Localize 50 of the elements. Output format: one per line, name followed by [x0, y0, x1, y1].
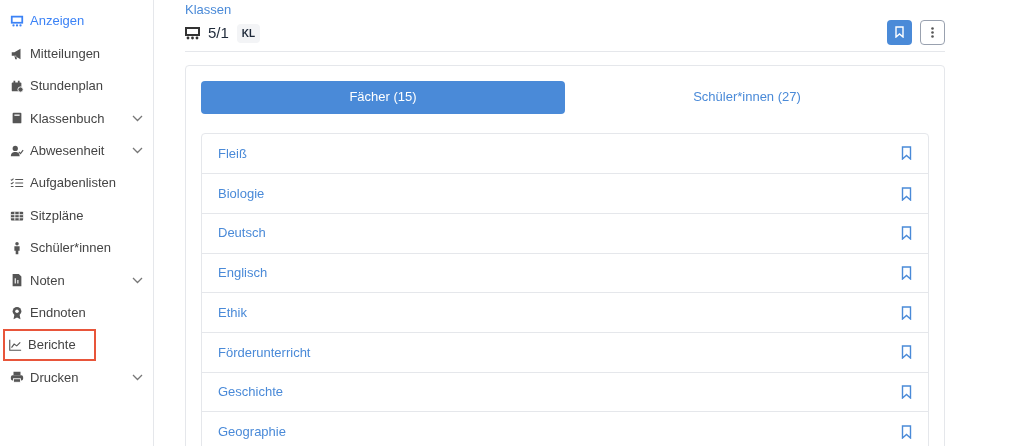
bookmark-icon [895, 26, 904, 38]
subject-row[interactable]: Englisch [202, 252, 928, 293]
chevron-down-icon[interactable] [132, 374, 143, 381]
subject-row[interactable]: Biologie [202, 173, 928, 213]
sidebar-item[interactable]: Drucken [8, 361, 87, 394]
bookmark-button[interactable] [887, 19, 912, 45]
board-icon [10, 14, 24, 29]
bookmark-icon[interactable] [901, 384, 912, 399]
sidebar-item[interactable]: Abwesenheit [8, 134, 113, 167]
subject-row[interactable]: Geschichte [202, 371, 928, 412]
bookmark-icon[interactable] [901, 345, 912, 360]
sidebar-item[interactable]: Stundenplan [8, 69, 111, 102]
subject-row[interactable]: Förderunterricht [202, 331, 928, 372]
subject-row[interactable]: Geographie [202, 411, 928, 446]
chevron-down-icon[interactable] [132, 276, 143, 284]
bookmark-icon[interactable] [901, 305, 912, 320]
sidebar-item[interactable]: Aufgabenlisten [8, 167, 124, 200]
sidebar-item[interactable]: Mitteilungen [8, 37, 109, 70]
user-check-icon [10, 143, 24, 158]
bookmark-icon[interactable] [901, 146, 912, 161]
board-icon [185, 26, 200, 40]
breadcrumb-link[interactable]: Klassen [185, 0, 261, 20]
subject-row[interactable]: Ethik [202, 292, 928, 332]
sidebar-item[interactable]: Berichte [3, 329, 96, 362]
sidebar-item[interactable]: Anzeigen [8, 5, 93, 38]
more-button[interactable] [920, 19, 945, 45]
book-icon [10, 111, 24, 126]
sidebar-item[interactable]: Sitzpläne [8, 199, 92, 232]
sidebar-item[interactable]: Schüler*innen [8, 231, 119, 264]
sidebar-item[interactable]: Endnoten [8, 296, 94, 329]
bookmark-icon[interactable] [901, 186, 912, 201]
subject-row[interactable]: Fleiß [202, 133, 928, 174]
calendar-icon [10, 78, 24, 93]
class-name: 5/1 [208, 23, 229, 43]
megaphone-icon [10, 46, 24, 61]
more-icon [931, 26, 934, 38]
chevron-down-icon[interactable] [132, 147, 143, 155]
class-badge: KL [236, 23, 261, 43]
chart-icon [8, 338, 22, 353]
bookmark-icon[interactable] [901, 226, 912, 241]
document-icon [10, 273, 24, 288]
subject-row[interactable]: Deutsch [202, 212, 928, 253]
award-icon [10, 305, 24, 320]
tab[interactable]: Fächer (15) [201, 80, 565, 114]
printer-icon [10, 370, 24, 385]
bookmark-icon[interactable] [901, 424, 912, 439]
sidebar-item[interactable]: Noten [8, 264, 73, 297]
sidebar-item[interactable]: Klassenbuch [8, 102, 113, 135]
chevron-down-icon[interactable] [132, 114, 143, 122]
bookmark-icon[interactable] [901, 265, 912, 280]
